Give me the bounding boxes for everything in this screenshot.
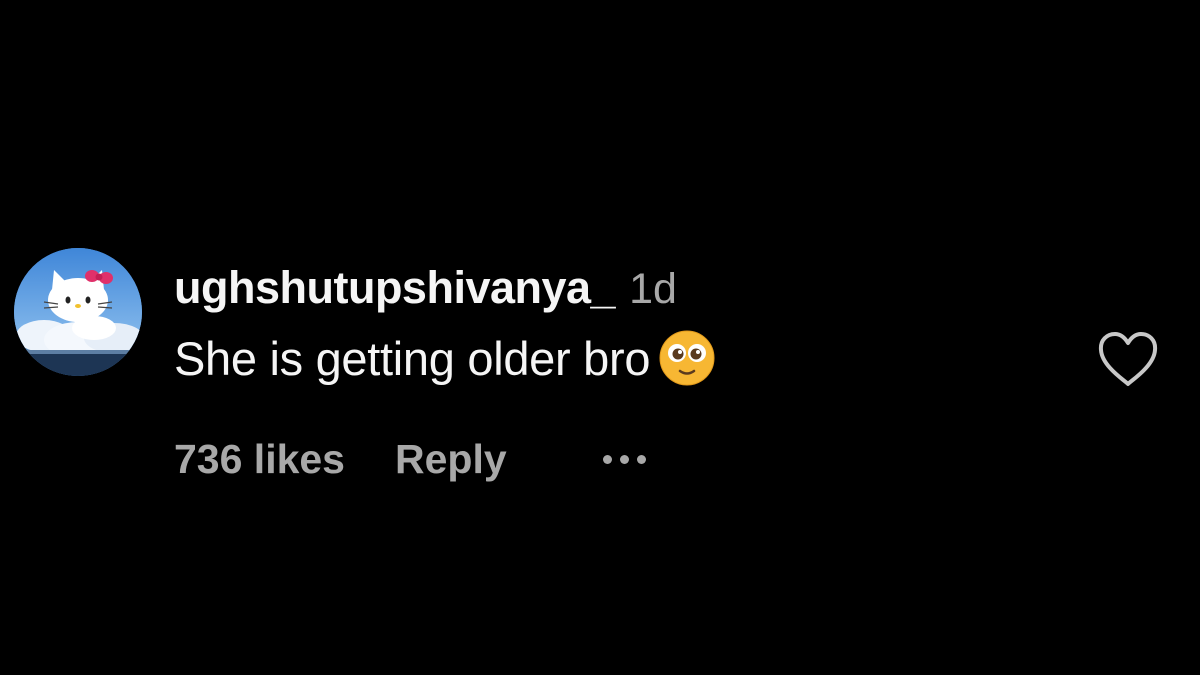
username-link[interactable]: ughshutupshivanya_ [174, 262, 616, 314]
comment-body: She is getting older bro [174, 328, 716, 388]
comment-header: ughshutupshivanya_ 1d [174, 262, 677, 314]
likes-count-link[interactable]: 736 likes [174, 436, 345, 483]
comment-timestamp: 1d [629, 265, 677, 313]
comment-text: She is getting older bro [174, 331, 651, 385]
more-options-icon[interactable] [602, 449, 646, 469]
avatar-image [14, 248, 142, 376]
more-options-dot [602, 454, 612, 464]
more-options-dot [619, 454, 629, 464]
avatar[interactable] [14, 248, 142, 376]
comment-item: ughshutupshivanya_ 1d She is getting old… [0, 0, 1200, 675]
reply-button[interactable]: Reply [395, 436, 507, 483]
heart-outline-icon[interactable] [1096, 330, 1160, 390]
more-options-dot [636, 454, 646, 464]
comment-actions: 736 likes Reply [174, 433, 646, 485]
pleading-face-emoji-icon [659, 330, 715, 386]
